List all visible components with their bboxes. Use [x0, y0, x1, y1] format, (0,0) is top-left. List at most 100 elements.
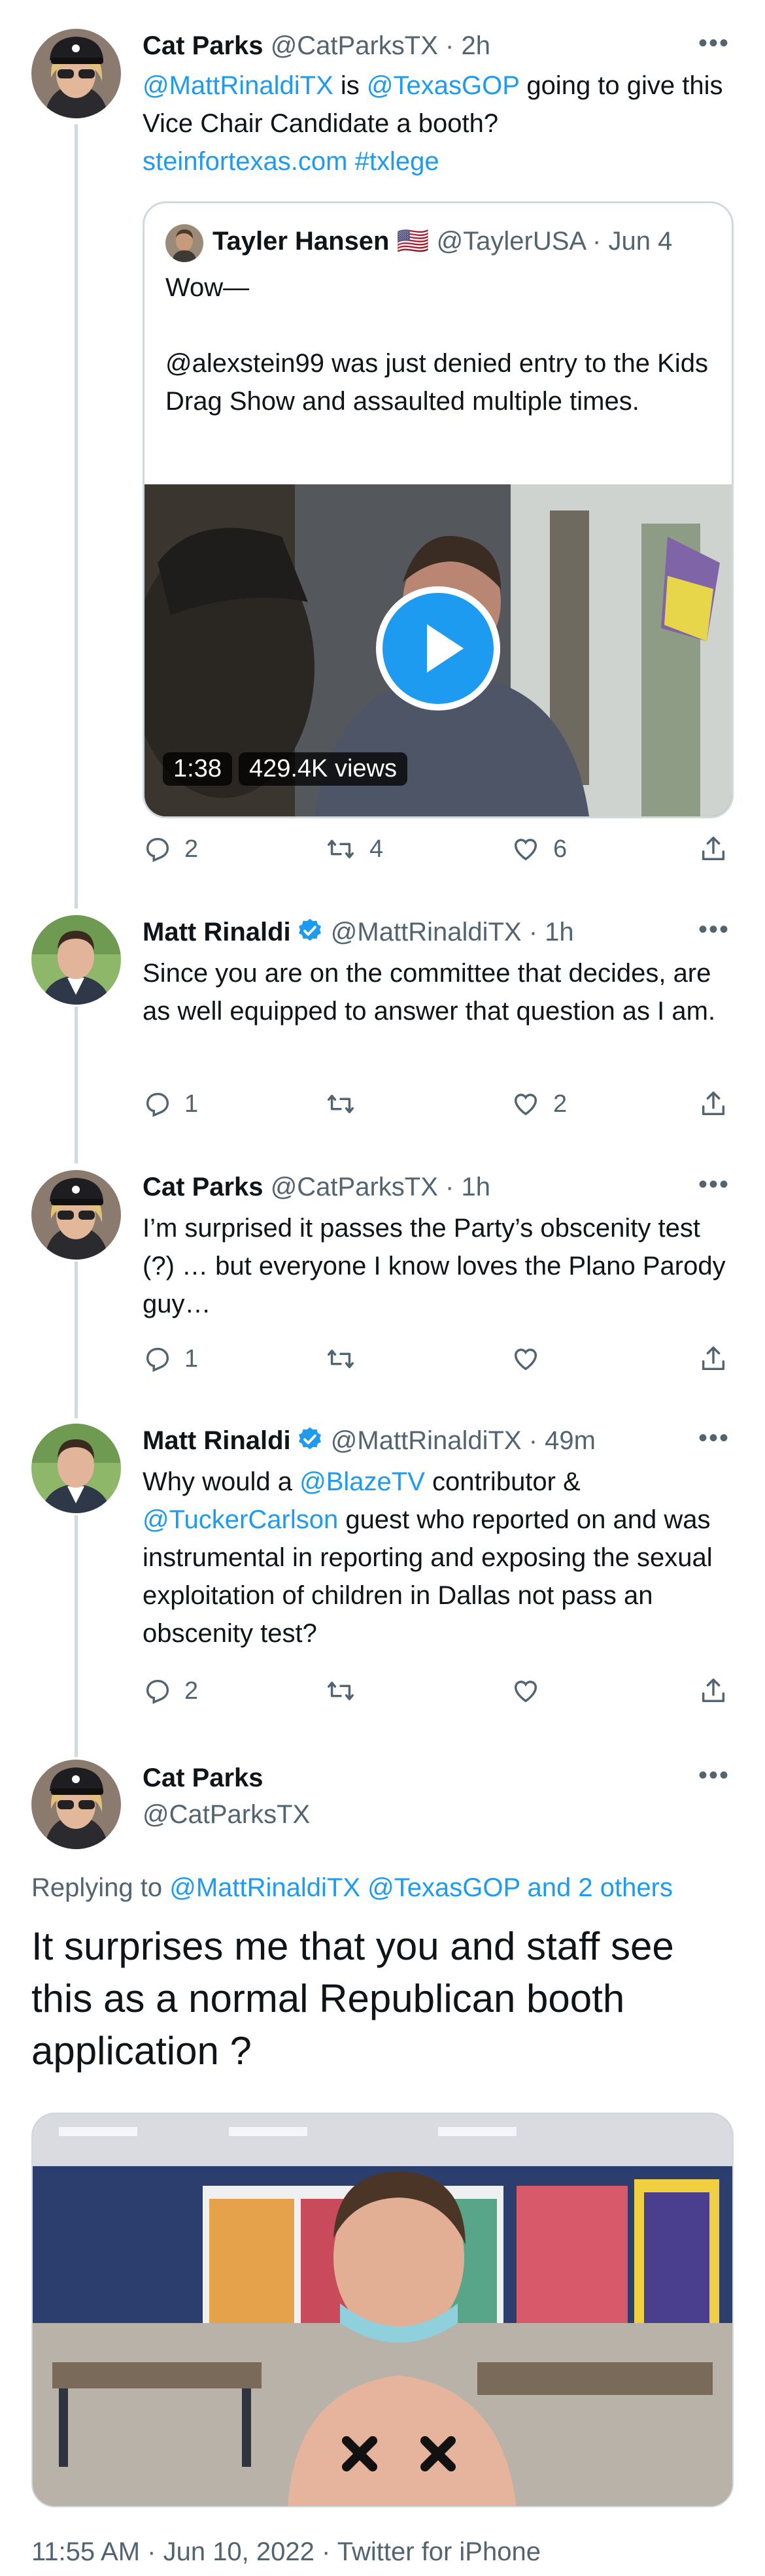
url-link[interactable]: steinfortexas.com [143, 147, 347, 176]
main-tweet-text: It surprises me that you and staff see t… [31, 1924, 674, 2073]
share-button[interactable] [698, 1676, 728, 1706]
reply-count: 2 [184, 835, 199, 863]
share-icon [702, 1679, 725, 1703]
heart-icon [514, 1681, 537, 1703]
tweet-text: @MattRinaldiTX is @TexasGOP going to giv… [143, 71, 723, 176]
avatar[interactable] [31, 1170, 121, 1260]
reply-button[interactable]: 1 [143, 1089, 198, 1119]
flag-icon: 🇺🇸 [396, 227, 430, 256]
quote-header: Tayler Hansen 🇺🇸 @TaylerUSA · Jun 4 [212, 224, 672, 258]
avatar[interactable] [31, 1424, 121, 1513]
retweet-count: 4 [369, 835, 384, 863]
reply-button[interactable]: 1 [143, 1344, 198, 1374]
tweet-time[interactable]: · 49m [529, 1426, 596, 1455]
video-duration: 1:38 [163, 752, 232, 786]
more-options-icon[interactable]: ••• [698, 915, 730, 945]
replying-to-link[interactable]: @MattRinaldiTX @TexasGOP and 2 others [169, 1873, 673, 1902]
heart-icon [514, 1094, 537, 1116]
retweet-button[interactable] [324, 1344, 369, 1374]
author-name[interactable]: Cat Parks [143, 1761, 264, 1795]
video-views: 429.4K views [238, 752, 407, 786]
more-options-icon[interactable]: ••• [698, 1170, 730, 1199]
tweet-timestamp[interactable]: 11:55 AM · Jun 10, 2022 · Twitter for iP… [31, 2535, 541, 2569]
video-info: 1:38 429.4K views [163, 752, 407, 786]
quote-tweet-card[interactable]: Tayler Hansen 🇺🇸 @TaylerUSA · Jun 4 Wow—… [143, 201, 734, 818]
play-button-icon[interactable] [376, 586, 500, 711]
retweet-button[interactable] [324, 1089, 369, 1119]
retweet-icon [328, 1094, 354, 1114]
quote-author-name[interactable]: Tayler Hansen [212, 227, 390, 256]
thread-line [75, 1515, 78, 1757]
mention-link[interactable]: @BlazeTV [299, 1467, 425, 1496]
tweet-header: Matt Rinaldi @MattRinaldiTX · 49m [143, 1424, 596, 1458]
retweet-button[interactable]: 4 [324, 834, 383, 864]
share-button[interactable] [698, 1089, 728, 1119]
quote-time: · Jun 4 [592, 227, 673, 256]
like-count: 6 [553, 835, 568, 863]
mention-link[interactable]: @TexasGOP [367, 71, 519, 100]
share-icon [702, 1347, 725, 1371]
heart-icon [514, 839, 537, 861]
reply-icon [146, 1092, 169, 1117]
more-options-icon[interactable]: ••• [698, 29, 730, 58]
like-button[interactable]: 2 [510, 1089, 567, 1119]
retweet-icon [328, 1349, 354, 1369]
video-player[interactable]: 1:38 429.4K views [144, 484, 732, 816]
author-handle[interactable]: @MattRinaldiTX [331, 1426, 522, 1455]
reply-button[interactable]: 2 [143, 1676, 198, 1706]
tweet-time[interactable]: · 1h [445, 1173, 490, 1201]
tweet-text: Since you are on the committee that deci… [143, 959, 716, 1026]
like-count: 2 [553, 1090, 568, 1118]
author-name[interactable]: Cat Parks [143, 31, 264, 60]
retweet-icon [328, 1681, 354, 1701]
tweet-image[interactable] [31, 2113, 734, 2507]
share-icon [702, 1092, 725, 1116]
mention-link[interactable]: @MattRinaldiTX [143, 71, 333, 100]
tweet-time[interactable]: · 1h [529, 918, 574, 946]
tweet-header: Cat Parks @CatParksTX · 2h [143, 29, 490, 63]
author-handle[interactable]: @MattRinaldiTX [331, 918, 522, 946]
author-name[interactable]: Cat Parks [143, 1173, 264, 1201]
author-handle[interactable]: @CatParksTX [271, 31, 438, 60]
reply-icon [146, 1679, 169, 1704]
reply-icon [146, 1347, 169, 1372]
thread-line [75, 124, 78, 909]
reply-icon [146, 837, 169, 862]
thread-line [75, 1262, 78, 1418]
quote-text: Wow— @alexstein99 was just denied entry … [165, 273, 708, 416]
like-button[interactable]: 6 [510, 834, 567, 864]
like-button[interactable] [510, 1676, 553, 1706]
tweet-text: Why would a @BlazeTV contributor & @Tuck… [143, 1467, 713, 1648]
author-name[interactable]: Matt Rinaldi [143, 1426, 291, 1455]
retweet-icon [328, 839, 354, 859]
mention-link[interactable]: @TuckerCarlson [143, 1505, 338, 1534]
share-icon [702, 837, 725, 861]
quote-avatar [165, 224, 203, 262]
reply-button[interactable]: 2 [143, 834, 198, 864]
author-handle[interactable]: @CatParksTX [143, 1798, 310, 1832]
author-handle[interactable]: @CatParksTX [271, 1173, 438, 1201]
avatar[interactable] [31, 1760, 121, 1849]
replying-to: Replying to @MattRinaldiTX @TexasGOP and… [31, 1871, 673, 1905]
retweet-button[interactable] [324, 1676, 369, 1706]
avatar[interactable] [31, 29, 121, 118]
replying-label: Replying to [31, 1873, 163, 1902]
thread-line [75, 1007, 78, 1163]
more-options-icon[interactable]: ••• [698, 1424, 730, 1453]
tweet-time[interactable]: · 2h [445, 31, 490, 60]
reply-count: 1 [184, 1090, 199, 1118]
quote-author-handle[interactable]: @TaylerUSA [437, 227, 585, 256]
tweet-header: Cat Parks @CatParksTX · 1h [143, 1170, 490, 1204]
verified-badge-icon [298, 1427, 321, 1450]
tweet-text: I’m surprised it passes the Party’s obsc… [143, 1214, 726, 1318]
author-name[interactable]: Matt Rinaldi [143, 918, 291, 946]
verified-badge-icon [298, 918, 321, 941]
hashtag-link[interactable]: #txlege [355, 147, 439, 176]
tweet-header: Matt Rinaldi @MattRinaldiTX · 1h [143, 915, 574, 949]
like-button[interactable] [510, 1344, 553, 1374]
more-options-icon[interactable]: ••• [698, 1761, 730, 1790]
share-button[interactable] [698, 1344, 728, 1374]
reply-count: 2 [184, 1677, 199, 1705]
avatar[interactable] [31, 915, 121, 1005]
share-button[interactable] [698, 834, 728, 864]
